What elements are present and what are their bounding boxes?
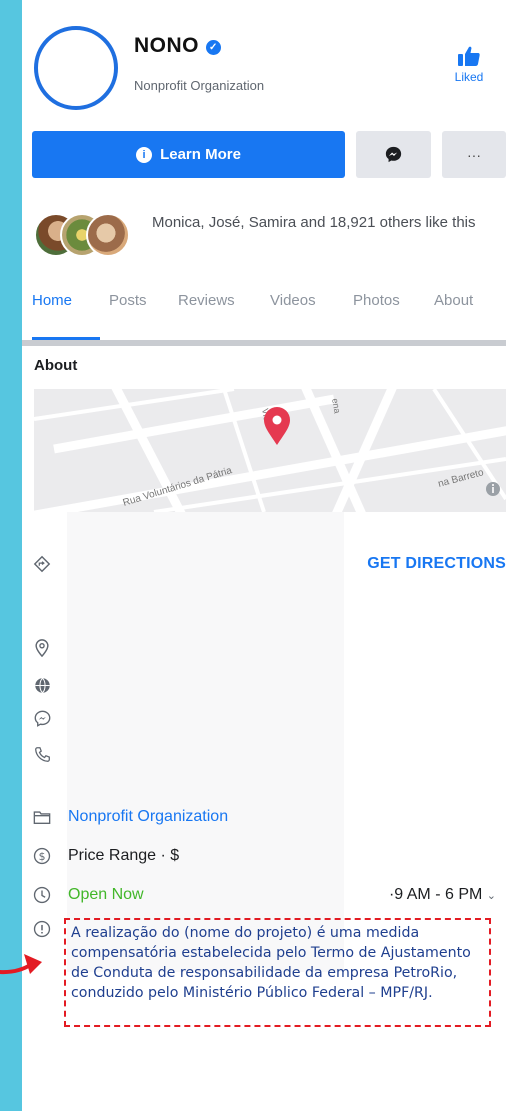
friend-avatar (86, 213, 130, 257)
map-graphic: Rua Voluntários da Pátria na Barreto Vic… (34, 389, 506, 512)
price-range-text: Price Range · $ (68, 847, 180, 864)
learn-more-button[interactable]: i Learn More (32, 131, 345, 178)
page-name: NONO ✓ (134, 34, 221, 58)
liked-button[interactable]: Liked (446, 44, 492, 84)
clock-icon (32, 885, 52, 905)
tab-home[interactable]: Home (32, 292, 72, 309)
page-name-text: NONO (134, 34, 199, 57)
about-details: GET DIRECTIONS Nonprofit Organization $ … (22, 512, 506, 972)
globe-icon (32, 675, 52, 695)
open-status: Open Now (68, 886, 144, 903)
friend-avatars (34, 213, 134, 257)
folder-icon (32, 807, 52, 827)
info-circle-icon (32, 919, 52, 939)
chevron-down-icon[interactable]: ⌄ (487, 890, 496, 902)
page-avatar[interactable] (34, 26, 118, 110)
annotation-arrow-icon (0, 954, 42, 975)
more-options-button[interactable]: ··· (442, 131, 506, 178)
learn-more-label: Learn More (160, 146, 241, 163)
message-button[interactable] (356, 131, 431, 178)
get-directions-link[interactable]: GET DIRECTIONS (367, 555, 506, 573)
messenger-row (22, 708, 506, 732)
hours-row[interactable]: Open Now ·9 AM - 6 PM ⌄ (22, 885, 506, 909)
page-tabs: Home Posts Reviews Videos Photos About (22, 282, 506, 341)
tab-posts[interactable]: Posts (109, 292, 147, 309)
likes-summary[interactable]: Monica, José, Samira and 18,921 others l… (152, 212, 502, 233)
category-row: Nonprofit Organization (22, 807, 506, 831)
directions-row: GET DIRECTIONS (22, 554, 506, 578)
directions-icon (32, 554, 52, 574)
price-icon: $ (32, 846, 52, 866)
page-category: Nonprofit Organization (134, 78, 265, 93)
address-row (22, 638, 506, 662)
price-range-row: $ Price Range · $ (22, 846, 506, 870)
svg-text:$: $ (39, 850, 46, 863)
project-note: A realização do (nome do projeto) é uma … (64, 918, 491, 1027)
tab-videos[interactable]: Videos (270, 292, 316, 309)
opening-hours-text: ·9 AM - 6 PM (388, 886, 483, 903)
verified-badge-icon: ✓ (206, 40, 221, 55)
phone-icon (32, 744, 52, 764)
messenger-icon (385, 146, 402, 163)
tab-photos[interactable]: Photos (353, 292, 400, 309)
liked-label: Liked (454, 70, 484, 84)
location-pin-icon (32, 638, 52, 658)
facebook-page-mobile: NONO ✓ Nonprofit Organization Liked i Lea… (22, 0, 506, 1111)
thumbs-up-icon (458, 46, 480, 66)
map-info-icon[interactable] (486, 482, 500, 496)
section-separator (22, 340, 506, 346)
tab-about[interactable]: About (434, 292, 473, 309)
messenger-outline-icon (32, 708, 52, 728)
opening-hours: ·9 AM - 6 PM ⌄ (389, 886, 496, 904)
about-heading: About (34, 357, 78, 374)
website-row (22, 675, 506, 699)
info-icon: i (136, 146, 153, 163)
location-map[interactable]: Rua Voluntários da Pátria na Barreto Vic… (34, 389, 506, 512)
category-link[interactable]: Nonprofit Organization (68, 808, 228, 826)
phone-row (22, 744, 506, 768)
tab-reviews[interactable]: Reviews (178, 292, 235, 309)
